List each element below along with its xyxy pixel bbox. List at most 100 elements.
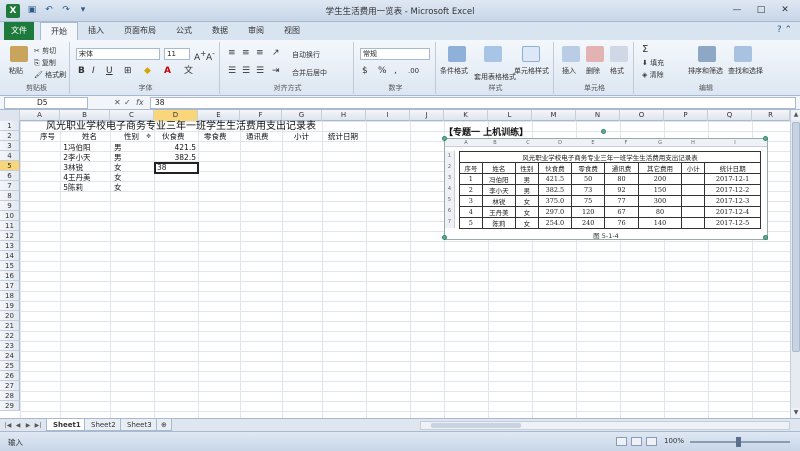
col-header-m[interactable]: M: [532, 110, 576, 121]
row-header[interactable]: 27: [0, 381, 20, 391]
cell-gender[interactable]: 女: [114, 163, 122, 173]
row-header[interactable]: 11: [0, 221, 20, 231]
clear-button[interactable]: ◈ 清除: [642, 70, 664, 80]
zoom-level[interactable]: 100%: [664, 437, 684, 445]
confirm-icon[interactable]: ✓: [124, 97, 131, 109]
col-header-j[interactable]: J: [410, 110, 444, 121]
row-header[interactable]: 2: [0, 131, 20, 141]
row-header[interactable]: 29: [0, 401, 20, 411]
col-header-g[interactable]: G: [282, 110, 322, 121]
insert-function-icon[interactable]: fx: [136, 97, 144, 109]
prev-sheet-icon[interactable]: ◀: [14, 421, 22, 430]
col-header-i[interactable]: I: [366, 110, 410, 121]
wrap-text-button[interactable]: 自动换行: [292, 50, 320, 60]
row-header[interactable]: 19: [0, 301, 20, 311]
cell-name[interactable]: 王丹美: [68, 173, 91, 183]
row-header[interactable]: 23: [0, 341, 20, 351]
zoom-knob[interactable]: [736, 437, 741, 447]
col-header-h[interactable]: H: [322, 110, 366, 121]
resize-handle[interactable]: [442, 136, 447, 141]
row-header[interactable]: 15: [0, 261, 20, 271]
tab-data[interactable]: 数据: [202, 22, 238, 40]
row-header[interactable]: 24: [0, 351, 20, 361]
sort-filter-button[interactable]: 排序和筛选: [688, 66, 723, 76]
tab-review[interactable]: 审阅: [238, 22, 274, 40]
comma-icon[interactable]: ,: [394, 66, 397, 77]
sheet-tab-sheet3[interactable]: Sheet3: [120, 419, 159, 431]
row-header[interactable]: 25: [0, 361, 20, 371]
zoom-slider[interactable]: [690, 437, 790, 447]
cell-styles-icon[interactable]: [522, 46, 540, 62]
tab-insert[interactable]: 插入: [78, 22, 114, 40]
scroll-down-icon[interactable]: ▼: [791, 408, 800, 418]
insert-cells-button[interactable]: 插入: [562, 66, 576, 76]
row-header[interactable]: 14: [0, 251, 20, 261]
number-format-select[interactable]: 常规: [360, 48, 430, 60]
align-left-icon[interactable]: ☰: [228, 66, 236, 77]
col-header-a[interactable]: A: [20, 110, 60, 121]
header-snack[interactable]: 零食费: [204, 132, 227, 142]
cell-gender[interactable]: 女: [114, 173, 122, 183]
row-header[interactable]: 5: [0, 161, 20, 171]
col-header-f[interactable]: F: [240, 110, 282, 121]
resize-handle[interactable]: [763, 235, 768, 240]
select-all-corner[interactable]: [0, 110, 20, 121]
tab-home[interactable]: 开始: [40, 22, 78, 40]
font-color-icon[interactable]: A: [164, 66, 171, 77]
paste-button[interactable]: 粘贴: [9, 66, 23, 76]
phonetic-icon[interactable]: 文: [184, 66, 193, 77]
row-header[interactable]: 13: [0, 241, 20, 251]
fill-color-icon[interactable]: ◆: [144, 66, 151, 77]
merge-center-button[interactable]: 合并后居中: [292, 68, 327, 78]
font-size-select[interactable]: 11: [164, 48, 190, 60]
scroll-thumb[interactable]: [792, 122, 800, 352]
header-name[interactable]: 姓名: [82, 132, 97, 142]
decimal-icon[interactable]: .00: [408, 66, 419, 77]
cell-no[interactable]: 5: [50, 183, 68, 193]
normal-view-icon[interactable]: [616, 437, 627, 446]
conditional-format-button[interactable]: 条件格式: [440, 66, 468, 76]
format-cells-button[interactable]: 格式: [610, 66, 624, 76]
header-no[interactable]: 序号: [40, 132, 55, 142]
row-header[interactable]: 22: [0, 331, 20, 341]
close-button[interactable]: ✕: [774, 2, 796, 18]
rotate-handle[interactable]: [601, 129, 606, 134]
row-header[interactable]: 6: [0, 171, 20, 181]
find-select-icon[interactable]: [734, 46, 752, 62]
cell-name[interactable]: 陈莉: [68, 183, 83, 193]
delete-cells-icon[interactable]: [586, 46, 604, 62]
cell-name[interactable]: 李小天: [68, 153, 91, 163]
format-painter-button[interactable]: 🖌 格式刷: [34, 70, 66, 80]
shrink-font-icon[interactable]: A-: [206, 48, 215, 64]
format-table-button[interactable]: 套用表格格式: [474, 72, 516, 82]
delete-cells-button[interactable]: 删除: [586, 66, 600, 76]
col-header-r[interactable]: R: [752, 110, 790, 121]
autosum-button[interactable]: Σ: [642, 44, 648, 55]
border-icon[interactable]: ⊞: [124, 66, 132, 77]
horizontal-scroll-thumb[interactable]: [431, 423, 521, 428]
next-sheet-icon[interactable]: ▶: [24, 421, 32, 430]
orientation-icon[interactable]: ↗: [272, 48, 280, 59]
currency-icon[interactable]: $: [362, 66, 368, 77]
percent-icon[interactable]: %: [378, 66, 387, 77]
header-gender[interactable]: 性别: [124, 132, 139, 142]
sort-filter-icon[interactable]: [698, 46, 716, 62]
paste-icon[interactable]: [10, 46, 28, 62]
cell-no[interactable]: 2: [50, 153, 68, 163]
tab-formulas[interactable]: 公式: [166, 22, 202, 40]
cell-gender[interactable]: 女: [114, 183, 122, 193]
col-header-e[interactable]: E: [198, 110, 240, 121]
header-date[interactable]: 统计日期: [328, 132, 358, 142]
conditional-format-icon[interactable]: [448, 46, 466, 62]
col-header-o[interactable]: O: [620, 110, 664, 121]
bold-button[interactable]: B: [78, 66, 85, 77]
row-header[interactable]: 12: [0, 231, 20, 241]
copy-button[interactable]: ⎘ 复制: [34, 58, 56, 68]
header-phone[interactable]: 通讯费: [246, 132, 269, 142]
minimize-button[interactable]: —: [726, 2, 748, 18]
cell-gender[interactable]: 男: [114, 153, 122, 163]
align-center-icon[interactable]: ☰: [242, 66, 250, 77]
sheet-tab-sheet1[interactable]: Sheet1: [46, 419, 88, 431]
align-right-icon[interactable]: ☰: [256, 66, 264, 77]
row-header[interactable]: 3: [0, 141, 20, 151]
